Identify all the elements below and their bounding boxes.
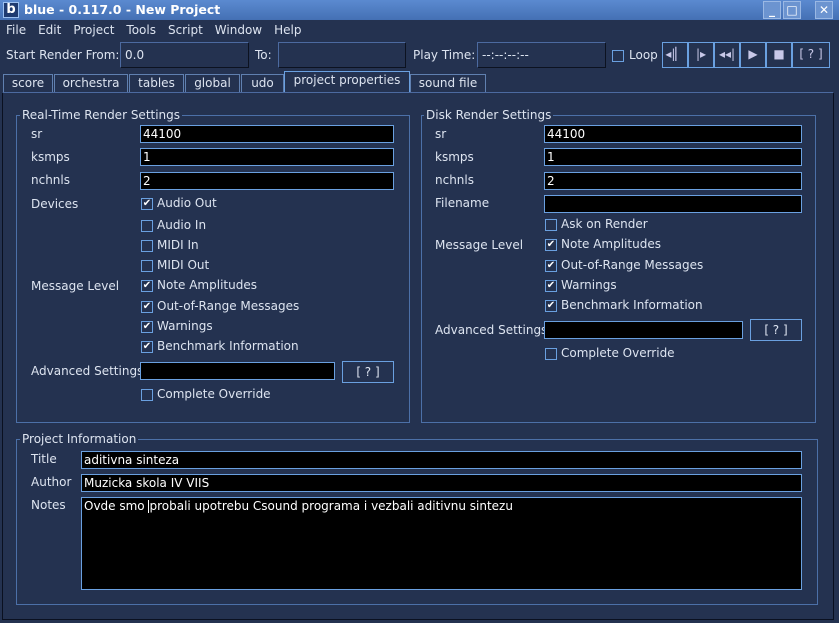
rt-device-3-checkbox[interactable]: [141, 260, 153, 272]
disk-complete-override-label: Complete Override: [561, 346, 675, 360]
tab-score[interactable]: score: [3, 74, 53, 93]
disk-advanced-help-button[interactable]: [ ? ]: [750, 319, 802, 341]
rt-device-3-label: MIDI Out: [157, 258, 210, 272]
disk-advanced-label: Advanced Settings: [435, 323, 548, 337]
rt-nchnls-label: nchnls: [31, 173, 70, 187]
disk-legend: Disk Render Settings: [424, 108, 554, 122]
loop-label: Loop: [629, 48, 658, 62]
play-time-label: Play Time:: [413, 48, 476, 62]
rt-device-1-label: Audio In: [157, 218, 207, 232]
menu-bar: File Edit Project Tools Script Window He…: [6, 23, 313, 37]
maximize-button[interactable]: □: [783, 1, 801, 19]
rt-message-2-checkbox[interactable]: ✔: [141, 321, 153, 333]
menu-help[interactable]: Help: [274, 23, 301, 37]
tab-global[interactable]: global: [185, 74, 240, 93]
rt-message-3-checkbox[interactable]: ✔: [141, 341, 153, 353]
loop-checkbox[interactable]: [612, 50, 624, 62]
notes-textarea[interactable]: Ovde smo probali upotrebu Csound program…: [81, 497, 802, 590]
author-input[interactable]: Muzicka skola IV VIIS: [81, 474, 802, 492]
disk-message-1-checkbox[interactable]: ✔: [545, 260, 557, 272]
disk-sr-label: sr: [435, 127, 447, 141]
rt-ksmps-input[interactable]: 1: [140, 148, 394, 166]
menu-script[interactable]: Script: [168, 23, 203, 37]
minimize-button[interactable]: _: [763, 1, 781, 19]
disk-message-0-label: Note Amplitudes: [561, 237, 661, 251]
disk-ksmps-label: ksmps: [435, 150, 474, 164]
notes-text-before: Ovde smo: [84, 499, 149, 513]
title-label: Title: [31, 452, 57, 466]
rt-device-0-label: Audio Out: [157, 196, 217, 210]
tab-project-properties[interactable]: project properties: [284, 71, 410, 93]
rt-device-2-label: MIDI In: [157, 238, 199, 252]
rt-devices-label: Devices: [31, 197, 79, 211]
disk-message-2-checkbox[interactable]: ✔: [545, 280, 557, 292]
disk-filename-label: Filename: [435, 196, 490, 210]
help-button[interactable]: [ ? ]: [792, 42, 830, 68]
disk-message-level-label: Message Level: [435, 238, 524, 252]
rt-device-1-checkbox[interactable]: [141, 220, 153, 232]
disk-complete-override-checkbox[interactable]: [545, 348, 557, 360]
window-title: blue - 0.117.0 - New Project: [24, 2, 221, 17]
rt-nchnls-input[interactable]: 2: [140, 172, 394, 190]
disk-nchnls-label: nchnls: [435, 173, 474, 187]
rt-sr-label: sr: [31, 127, 43, 141]
rt-advanced-label: Advanced Settings: [31, 364, 144, 378]
disk-nchnls-input[interactable]: 2: [544, 172, 802, 190]
notes-text-after: probali upotrebu Csound programa i vezba…: [149, 499, 513, 513]
rt-message-1-label: Out-of-Range Messages: [157, 299, 300, 313]
rt-advanced-help-button[interactable]: [ ? ]: [342, 361, 394, 383]
disk-ask-on-render-label: Ask on Render: [561, 217, 648, 231]
author-label: Author: [31, 475, 72, 489]
rt-sr-input[interactable]: 44100: [140, 125, 394, 143]
rewind-button[interactable]: ◂|▏: [662, 42, 688, 68]
tab-tables[interactable]: tables: [129, 74, 184, 93]
disk-advanced-input[interactable]: [544, 321, 743, 339]
disk-filename-input[interactable]: [544, 195, 802, 213]
start-render-input[interactable]: 0.0: [120, 42, 249, 68]
disk-ask-on-render-checkbox[interactable]: [545, 219, 557, 231]
disk-sr-input[interactable]: 44100: [544, 125, 802, 143]
stop-button[interactable]: ■: [766, 42, 792, 68]
project-legend: Project Information: [20, 432, 139, 446]
rt-complete-override-label: Complete Override: [157, 387, 271, 401]
rt-message-level-label: Message Level: [31, 279, 120, 293]
to-input[interactable]: [278, 42, 406, 68]
menu-file[interactable]: File: [6, 23, 26, 37]
play-time-display: --:--:--:--: [477, 42, 606, 68]
menu-window[interactable]: Window: [215, 23, 262, 37]
rt-ksmps-label: ksmps: [31, 150, 70, 164]
disk-message-3-checkbox[interactable]: ✔: [545, 300, 557, 312]
play-button[interactable]: ▶: [740, 42, 766, 68]
start-render-label: Start Render From:: [6, 48, 120, 62]
menu-tools[interactable]: Tools: [126, 23, 156, 37]
app-logo: b: [3, 2, 19, 18]
rt-complete-override-checkbox[interactable]: [141, 389, 153, 401]
tab-orchestra[interactable]: orchestra: [54, 74, 128, 93]
rt-advanced-input[interactable]: [140, 362, 335, 380]
disk-ksmps-input[interactable]: 1: [544, 148, 802, 166]
close-button[interactable]: ✕: [815, 1, 833, 19]
to-label: To:: [255, 48, 272, 62]
notes-label: Notes: [31, 498, 66, 512]
tab-sound-file[interactable]: sound file: [410, 74, 486, 93]
rt-device-2-checkbox[interactable]: [141, 240, 153, 252]
rt-message-0-label: Note Amplitudes: [157, 278, 257, 292]
disk-message-3-label: Benchmark Information: [561, 298, 703, 312]
realtime-legend: Real-Time Render Settings: [20, 108, 183, 122]
disk-message-2-label: Warnings: [561, 278, 617, 292]
rt-message-2-label: Warnings: [157, 319, 213, 333]
disk-message-0-checkbox[interactable]: ✔: [545, 239, 557, 251]
menu-project[interactable]: Project: [73, 23, 114, 37]
skip-back-button[interactable]: ◂◂|: [714, 42, 740, 68]
tab-udo[interactable]: udo: [241, 74, 284, 93]
rt-message-0-checkbox[interactable]: ✔: [141, 280, 153, 292]
rt-message-3-label: Benchmark Information: [157, 339, 299, 353]
forward-button[interactable]: |▸: [688, 42, 714, 68]
disk-message-1-label: Out-of-Range Messages: [561, 258, 704, 272]
rt-message-1-checkbox[interactable]: ✔: [141, 301, 153, 313]
rt-device-0-checkbox[interactable]: ✔: [141, 198, 153, 210]
menu-edit[interactable]: Edit: [38, 23, 61, 37]
title-input[interactable]: aditivna sinteza: [81, 451, 802, 469]
